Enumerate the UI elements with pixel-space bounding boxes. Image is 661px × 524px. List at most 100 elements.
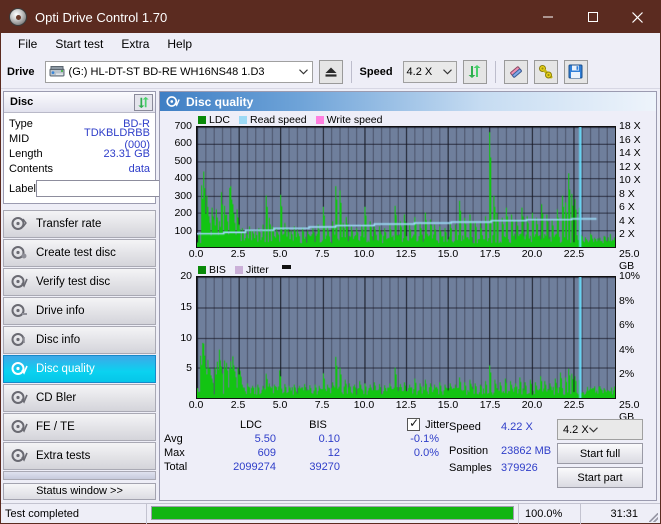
disc-row-length-key: Length — [9, 148, 71, 160]
disc-row-length: Length 23.31 GB — [9, 146, 150, 161]
chevron-down-icon[interactable] — [295, 62, 312, 82]
x-tick-label: 7.5 — [315, 399, 330, 411]
run-position-label: Position — [449, 445, 501, 457]
toolbar-divider — [351, 61, 352, 83]
drive-select-value: (G:) HL-DT-ST BD-RE WH16NS48 1.D3 — [69, 66, 265, 78]
legend-label-jitter: Jitter — [246, 264, 269, 276]
menu-help[interactable]: Help — [158, 35, 201, 53]
minimize-button[interactable] — [525, 1, 570, 33]
sidebar-item-transfer-rate[interactable]: Transfer rate — [3, 210, 156, 238]
sidebar-item-cd-bler[interactable]: CD Bler — [3, 384, 156, 412]
right-tick-label: 12 X — [619, 161, 641, 173]
y-tick-label: 400 — [174, 172, 192, 184]
legend-item-write-speed: Write speed — [316, 114, 383, 126]
chart-ldc-legend: LDC Read speed Write speed — [162, 113, 652, 126]
y-tick-label: 20 — [180, 270, 192, 282]
window-controls — [525, 1, 660, 33]
test-speed-select[interactable]: 4.2 X — [557, 419, 643, 440]
stats-avg-jitter: -0.1% — [372, 433, 449, 445]
sidebar-item-label: Drive info — [36, 305, 85, 317]
menu-extra[interactable]: Extra — [112, 35, 158, 53]
window-title: Opti Drive Control 1.70 — [35, 10, 525, 25]
menu-file[interactable]: File — [9, 35, 46, 53]
x-tick-label: 12.5 — [396, 399, 416, 411]
right-tick-label: 8% — [619, 295, 634, 307]
x-tick-label: 15.0 — [438, 399, 458, 411]
title-bar: Opti Drive Control 1.70 — [1, 1, 660, 33]
chart-ldc-x-axis: 0.02.55.07.510.012.515.017.520.022.5 25.… — [162, 248, 652, 263]
speed-select[interactable]: 4.2 X — [403, 61, 457, 83]
main-panel-header: Disc quality — [160, 92, 656, 111]
erase-button[interactable] — [504, 60, 528, 84]
stats-row-avg-label: Avg — [164, 433, 216, 445]
chart-bis-y-axis: 5101520 — [162, 276, 196, 399]
chart-bis-x-unit: 25.0 GB — [616, 399, 652, 414]
sidebar-item-label: Disc quality — [36, 363, 95, 375]
legend-label-ldc: LDC — [209, 114, 230, 126]
chart-ldc-plot[interactable] — [196, 126, 616, 248]
app-window: Opti Drive Control 1.70 File Start test … — [0, 0, 661, 524]
x-tick-label: 2.5 — [231, 248, 246, 260]
stats-row-total-label: Total — [164, 461, 216, 473]
disc-label-key: Label — [9, 183, 36, 195]
sidebar-item-disc-quality[interactable]: Disc quality — [3, 355, 156, 383]
stats-panel: LDC BIS Jitter Avg 5.50 0.10 -0.1% Max — [160, 414, 656, 488]
sidebar-item-disc-info[interactable]: Disc info — [3, 326, 156, 354]
drive-select[interactable]: (G:) HL-DT-ST BD-RE WH16NS48 1.D3 — [45, 61, 313, 83]
legend-label-read-speed: Read speed — [250, 114, 307, 126]
elapsed-time: 31:31 — [580, 504, 646, 524]
disc-refresh-button[interactable] — [134, 94, 153, 111]
jitter-checkbox[interactable] — [407, 418, 420, 431]
save-button[interactable] — [564, 60, 588, 84]
close-button[interactable] — [615, 1, 660, 33]
refresh-speed-button[interactable] — [463, 60, 487, 84]
disc-panel-header: Disc — [4, 92, 155, 113]
disc-info-icon — [11, 332, 29, 348]
right-tick-label: 16 X — [619, 134, 641, 146]
run-position-value: 23862 MB — [501, 445, 551, 457]
jitter-marker-icon — [282, 265, 291, 269]
start-part-button[interactable]: Start part — [557, 467, 643, 488]
y-tick-label: 10 — [180, 332, 192, 344]
x-tick-label: 10.0 — [354, 248, 374, 260]
right-tick-label: 4% — [619, 344, 634, 356]
disc-row-contents-key: Contents — [9, 163, 71, 175]
disc-fete-icon — [11, 419, 29, 435]
y-tick-label: 300 — [174, 190, 192, 202]
tools-button[interactable] — [534, 60, 558, 84]
stats-avg-ldc: 5.50 — [216, 433, 286, 445]
legend-swatch-jitter — [235, 266, 243, 274]
status-window-button[interactable]: Status window >> — [3, 483, 156, 500]
x-tick-label: 20.0 — [522, 399, 542, 411]
status-bar: Test completed 100.0% 31:31 — [1, 503, 660, 523]
eject-button[interactable] — [319, 60, 343, 84]
right-tick-label: 2% — [619, 368, 634, 380]
chart-ldc-right-axis: 2 X4 X6 X8 X10 X12 X14 X16 X18 X — [616, 126, 652, 248]
disc-label-row: Label — [9, 178, 150, 199]
start-full-button[interactable]: Start full — [557, 443, 643, 464]
legend-item-bis: BIS — [198, 264, 226, 276]
chart-bis-plot[interactable] — [196, 276, 616, 399]
resize-grip[interactable] — [646, 504, 660, 524]
chevron-down-icon[interactable] — [439, 62, 456, 82]
sidebar-item-extra-tests[interactable]: Extra tests — [3, 442, 156, 470]
run-speed-value: 4.22 X — [501, 421, 533, 433]
disc-row-contents-value: data — [71, 163, 150, 175]
drive-toolbar: Drive (G:) HL-DT-ST BD-RE WH16NS48 1.D3 — [1, 55, 660, 89]
disc-transfer-icon — [11, 216, 29, 232]
sidebar-item-verify-test-disc[interactable]: Verify test disc — [3, 268, 156, 296]
menu-start-test[interactable]: Start test — [46, 35, 112, 53]
right-tick-label: 4 X — [619, 215, 635, 227]
sidebar-item-fe-te[interactable]: FE / TE — [3, 413, 156, 441]
y-tick-label: 500 — [174, 155, 192, 167]
chevron-down-icon[interactable] — [589, 424, 598, 436]
sidebar-item-create-test-disc[interactable]: Create test disc — [3, 239, 156, 267]
run-samples-value: 379926 — [501, 462, 538, 474]
sidebar-item-drive-info[interactable]: Drive info — [3, 297, 156, 325]
legend-item-read-speed: Read speed — [239, 114, 307, 126]
maximize-button[interactable] — [570, 1, 615, 33]
y-tick-label: 100 — [174, 225, 192, 237]
run-speed-label: Speed — [449, 421, 501, 433]
disc-panel-title: Disc — [10, 96, 134, 108]
x-tick-label: 0.0 — [189, 399, 204, 411]
